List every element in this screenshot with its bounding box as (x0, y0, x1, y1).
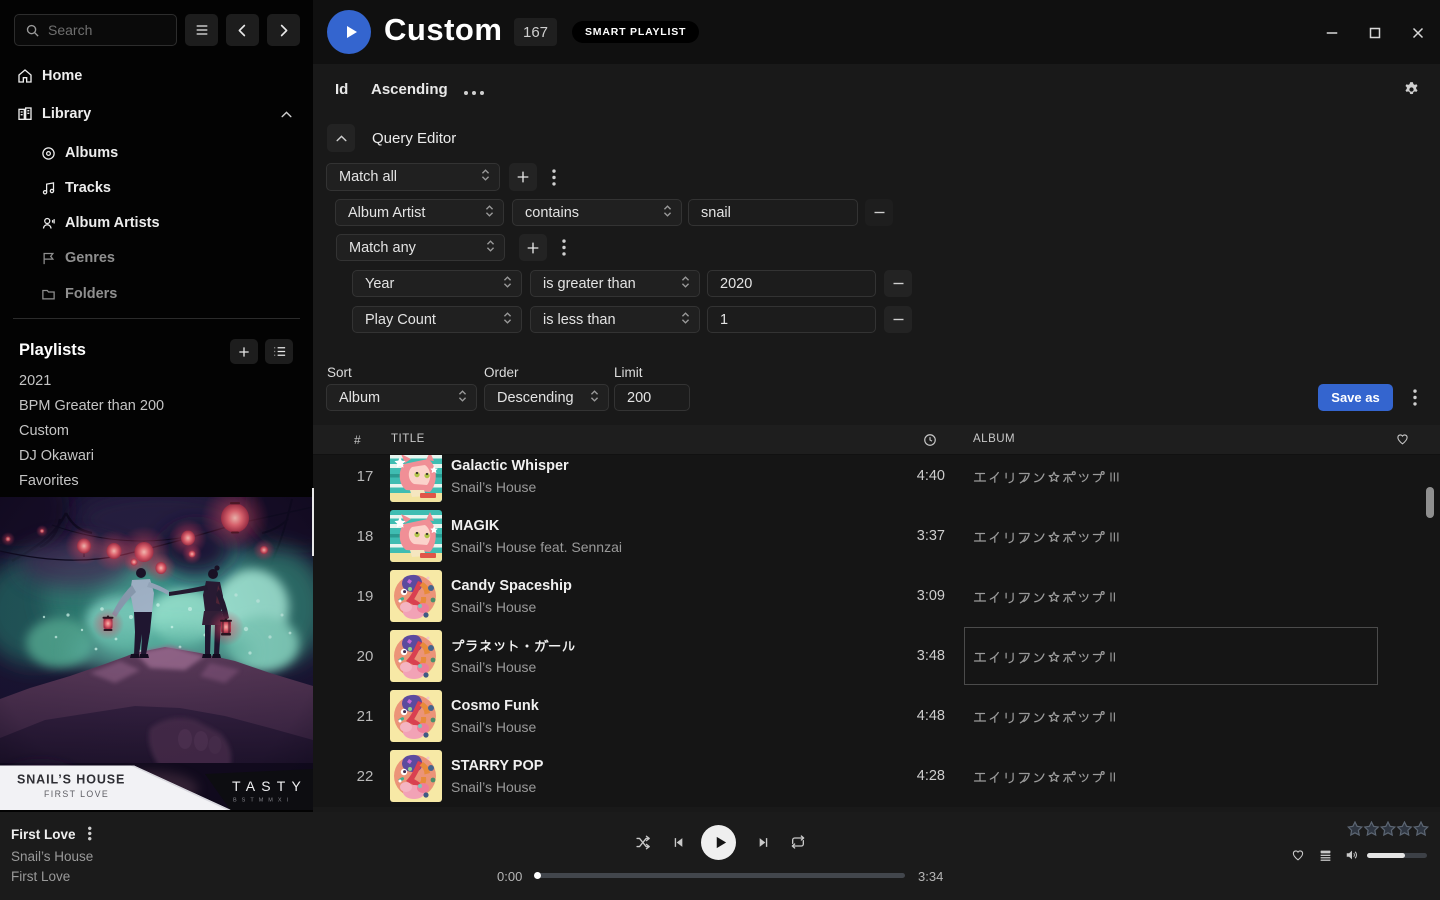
svg-text:BSTMMXI: BSTMMXI (233, 798, 293, 804)
svg-text:II: II (1109, 590, 1116, 604)
svg-text:III: III (1109, 530, 1119, 544)
svg-text:III: III (1109, 470, 1119, 484)
svg-text:SNAIL’S HOUSE: SNAIL’S HOUSE (17, 773, 125, 787)
svg-text:TASTY: TASTY (232, 778, 307, 794)
svg-text:II: II (1109, 710, 1116, 724)
svg-text:II: II (1109, 770, 1116, 784)
svg-text:FIRST LOVE: FIRST LOVE (44, 789, 109, 799)
